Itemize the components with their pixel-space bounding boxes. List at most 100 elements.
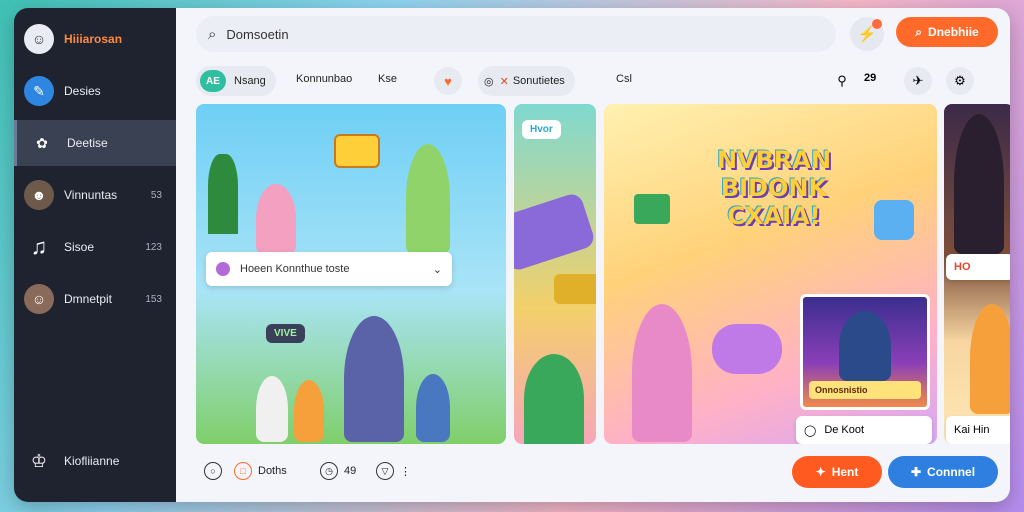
envelope-illustration xyxy=(634,194,670,224)
connect-button-label: Connnel xyxy=(927,465,976,479)
tab-csl[interactable]: Csl xyxy=(616,73,632,85)
pin-button[interactable]: ♥ xyxy=(434,67,462,95)
chat-icon: ✎ xyxy=(24,76,54,106)
chip-badge: AE xyxy=(200,70,226,92)
sidebar-item-vinnuntas[interactable]: ☻ Vinnuntas 53 xyxy=(14,172,176,218)
child-illustration xyxy=(256,184,296,254)
close-icon: ✕ xyxy=(499,75,509,88)
add-person-icon: ⚲ xyxy=(837,73,847,88)
tab-konnunbao[interactable]: Konnunbao xyxy=(296,73,352,85)
tab-sonutietes[interactable]: ◎ ✕ Sonutietes xyxy=(478,66,575,96)
gamepad-illustration xyxy=(334,134,380,168)
sidebar-item-profile[interactable]: ☺ Hiiiarosan xyxy=(14,16,176,62)
chevron-down-icon: ⌄ xyxy=(432,263,442,276)
flower-icon xyxy=(216,262,230,276)
dice-illustration xyxy=(874,200,914,240)
ho-tag-label: HO xyxy=(954,261,971,273)
sidebar-item-count: 153 xyxy=(145,293,162,305)
chip-label: De Koot xyxy=(824,424,865,436)
singer-illustration xyxy=(839,311,891,381)
settings-icon: ⚙ xyxy=(954,73,966,88)
brain-icon: ✿ xyxy=(36,134,48,151)
magic-wand-button[interactable]: ⚡ xyxy=(850,17,884,51)
sidebar-item-dmnetpit[interactable]: ☺ Dmnetpit 153 xyxy=(14,276,176,322)
vive-sign-label: VIVE xyxy=(274,328,297,339)
content-card-poster[interactable]: NVBRAN BIDONK CXAIA! Onnosnistio ◯ De Ko… xyxy=(604,104,937,444)
singer-card[interactable]: Onnosnistio xyxy=(800,294,930,410)
dropdown-select[interactable]: Hoeen Konnthue toste ⌄ xyxy=(206,252,452,286)
bottom-item-timer[interactable]: ◷ 49 xyxy=(320,462,356,480)
primary-action-button[interactable]: ⌕ Dnebhiie xyxy=(896,17,998,47)
target-icon: ◎ xyxy=(484,75,494,88)
content-card-strip[interactable]: Hvor xyxy=(514,104,596,444)
tab-label: Sonutietes xyxy=(512,75,565,87)
sidebar-item-count: 53 xyxy=(150,189,162,201)
notification-dot xyxy=(872,19,882,29)
man-singing-illustration xyxy=(344,316,404,442)
pin-icon: ♥ xyxy=(444,73,452,89)
ho-tag: HO xyxy=(946,254,1010,280)
logo-icon: ♔ xyxy=(30,450,48,471)
sidebar-item-label: Sisoe xyxy=(64,240,95,254)
sidebar-item-sisoe[interactable]: ♫ Sisoe 123 xyxy=(14,224,176,270)
next-button[interactable]: ✦ Hent xyxy=(792,456,882,488)
user-avatar: ☺ xyxy=(24,284,54,314)
connect-button[interactable]: ✚ Connnel xyxy=(888,456,998,488)
sidebar-item-label: Vinnuntas xyxy=(64,188,118,202)
search-input[interactable] xyxy=(226,26,787,42)
image-icon: □ xyxy=(234,462,252,480)
sidebar-item-label: Deetise xyxy=(67,136,108,150)
bottom-item-label: Doths xyxy=(258,465,287,477)
dropdown-label: Hoeen Konnthue toste xyxy=(240,263,350,275)
next-button-label: Hent xyxy=(831,465,859,479)
bottom-item-label: 49 xyxy=(344,465,357,477)
sidebar: ☺ Hiiiarosan ✎ Desies ✿ Deetise ☻ Vinnun… xyxy=(14,8,176,502)
bottom-item-info[interactable]: ○ xyxy=(204,462,222,480)
timer-icon: ◷ xyxy=(320,462,338,480)
sidebar-item-deetise[interactable]: ✿ Deetise xyxy=(14,120,176,166)
content-card-musician[interactable]: HO Kai Hin xyxy=(944,104,1010,444)
sidebar-item-footer[interactable]: ♔ Kiofliianne xyxy=(14,438,176,484)
main-area: ⌕ ⚡ ⌕ Dnebhiie AE Nsang Konnunbao Kse ♥ xyxy=(176,8,1010,502)
user-avatar: ☺ xyxy=(24,24,54,54)
sidebar-footer: ♔ Kiofliianne xyxy=(14,438,176,490)
search-bar[interactable]: ⌕ xyxy=(196,16,836,52)
vive-sign: VIVE xyxy=(266,324,305,343)
bottom-item-shield[interactable]: ▽ ⋮ xyxy=(376,462,411,480)
settings-button[interactable]: ⚙ xyxy=(946,67,974,95)
search-icon: ⌕ xyxy=(915,24,923,39)
counter-badge: 29 xyxy=(864,72,876,84)
chip-label: Kai Hin xyxy=(954,424,990,436)
top-bar: ⌕ ⚡ ⌕ Dnebhiie xyxy=(176,8,1010,60)
girl-dancing-illustration xyxy=(632,304,692,442)
sidebar-item-count: 123 xyxy=(145,241,162,253)
dj-deck-illustration xyxy=(514,191,596,273)
content-card-kids[interactable]: Hoeen Konnthue toste ⌄ VIVE xyxy=(196,104,506,444)
bottom-bar: ○ □ Doths ◷ 49 ▽ ⋮ ✦ Hent ✚ Connnel xyxy=(176,444,1010,502)
sidebar-item-label: Hiiiarosan xyxy=(64,32,123,46)
primary-action-label: Dnebhiie xyxy=(928,25,979,39)
more-icon: ⋮ xyxy=(400,465,411,478)
tab-kse[interactable]: Kse xyxy=(378,73,397,85)
de-koot-chip[interactable]: ◯ De Koot xyxy=(796,416,932,444)
counter-value: 29 xyxy=(864,72,877,84)
hvor-tag: Hvor xyxy=(522,120,561,139)
sidebar-item-label: Desies xyxy=(64,84,101,98)
group-avatar: ☻ xyxy=(24,180,54,210)
poster-title: NVBRAN BIDONK CXAIA! xyxy=(694,146,854,230)
info-icon: ○ xyxy=(204,462,222,480)
tab-nsang[interactable]: AE Nsang xyxy=(196,66,276,96)
connect-icon: ✚ xyxy=(910,465,922,479)
chat-bubble-icon: ◯ xyxy=(804,424,817,437)
singer-caption: Onnosnistio xyxy=(809,381,921,399)
bottom-item-doths[interactable]: □ Doths xyxy=(234,462,287,480)
rocket-button[interactable]: ✈ xyxy=(904,67,932,95)
shield-icon: ▽ xyxy=(376,462,394,480)
child-illustration xyxy=(416,374,450,442)
sidebar-item-desies[interactable]: ✎ Desies xyxy=(14,68,176,114)
leaf-illustration xyxy=(524,354,584,444)
rocket-icon: ✈ xyxy=(912,73,924,88)
add-person-button[interactable]: ⚲ xyxy=(828,67,856,95)
kai-hin-chip[interactable]: Kai Hin xyxy=(946,416,1010,444)
girl-illustration xyxy=(406,144,450,254)
